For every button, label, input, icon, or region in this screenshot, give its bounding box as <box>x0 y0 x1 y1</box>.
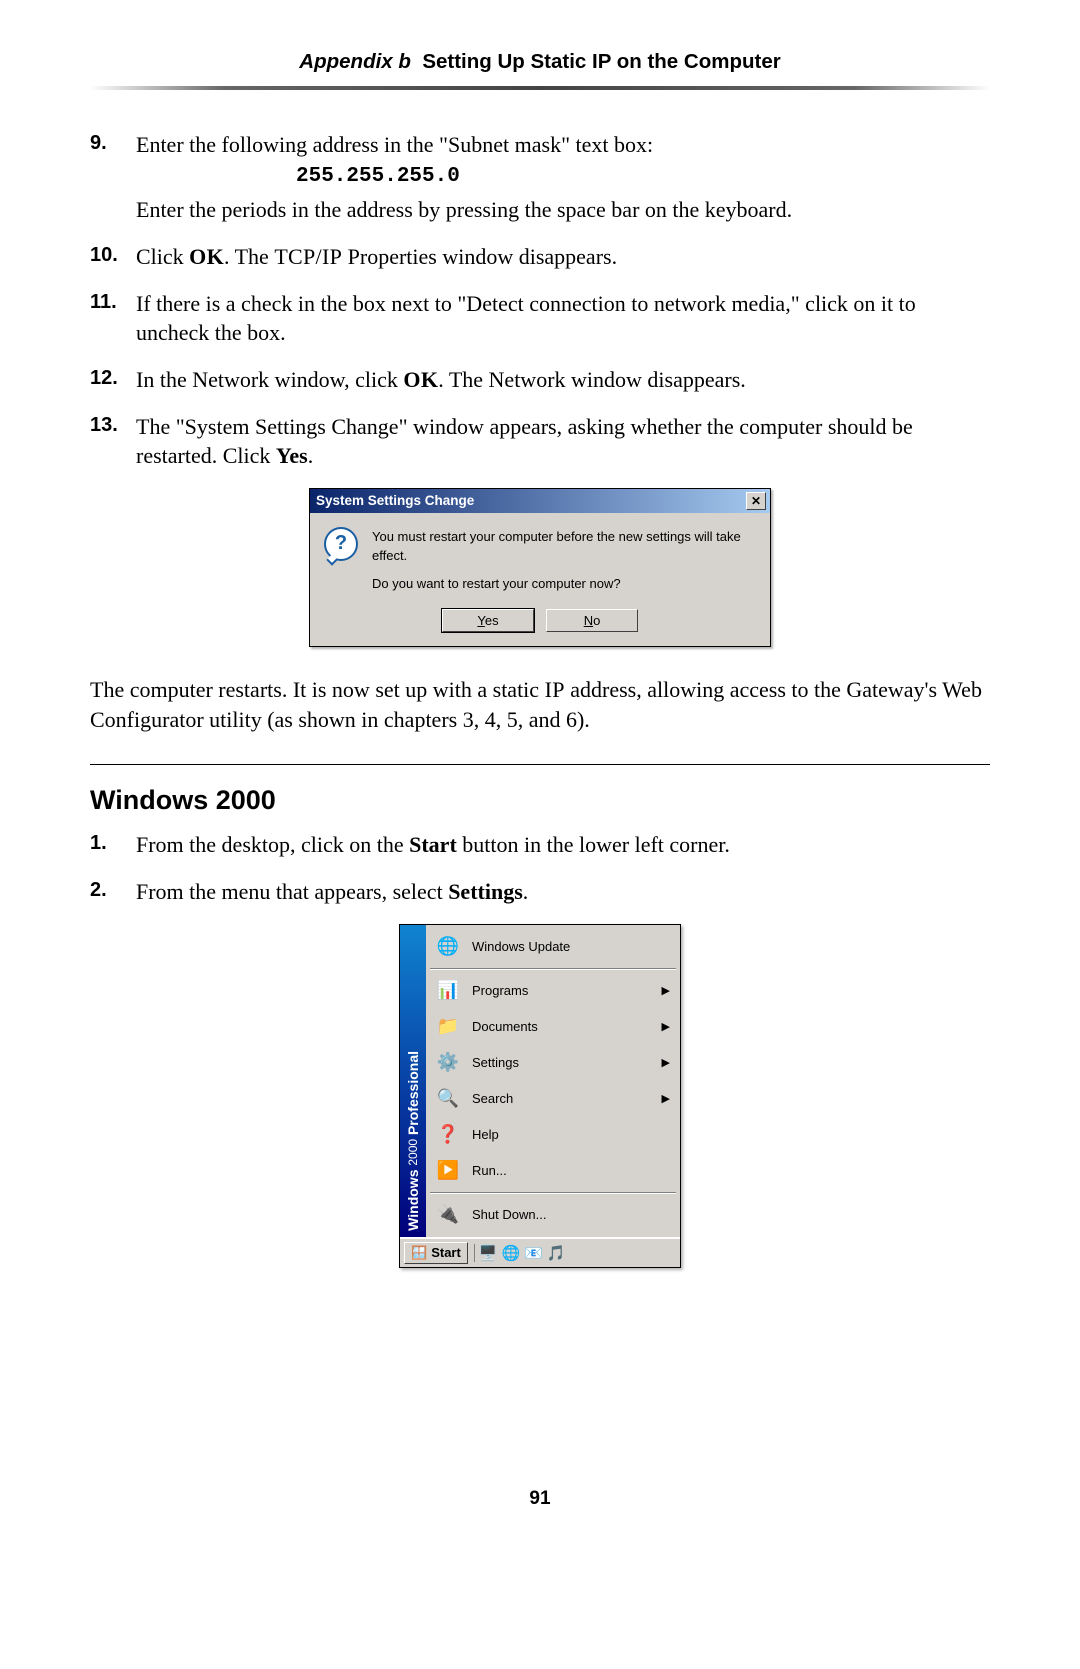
dialog-buttons: Yes No <box>310 601 770 646</box>
step-number: 10. <box>90 242 136 271</box>
win2000-step-1: 1. From the desktop, click on the Start … <box>90 830 990 859</box>
quick-launch-tray: 🖥️ 🌐 📧 🎵 <box>474 1244 566 1262</box>
step-number: 13. <box>90 412 136 470</box>
yes-button[interactable]: Yes <box>442 609 534 632</box>
menu-item-settings[interactable]: ⚙️ Settings ▶ <box>426 1045 680 1081</box>
menu-separator <box>430 968 676 970</box>
taskbar: 🪟 Start 🖥️ 🌐 📧 🎵 <box>400 1237 680 1267</box>
dialog-screenshot: System Settings Change ✕ ? You must rest… <box>90 488 990 648</box>
menu-item-run[interactable]: ▶️ Run... <box>426 1153 680 1189</box>
step-body: From the menu that appears, select Setti… <box>136 877 990 906</box>
run-icon: ▶️ <box>434 1159 462 1183</box>
instructions-list-win2000: 1. From the desktop, click on the Start … <box>90 830 990 906</box>
menu-item-windows-update[interactable]: 🌐 Windows Update <box>426 929 680 965</box>
menu-item-help[interactable]: ❓ Help <box>426 1117 680 1153</box>
question-icon: ? <box>324 527 358 561</box>
closing-paragraph: The computer restarts. It is now set up … <box>90 675 990 733</box>
submenu-arrow-icon: ▶ <box>662 1056 670 1069</box>
step-number: 1. <box>90 830 136 859</box>
start-menu: Windows 2000 Professional 🌐 Windows Upda… <box>399 924 681 1268</box>
page-header: Appendix b Setting Up Static IP on the C… <box>90 50 990 86</box>
page: Appendix b Setting Up Static IP on the C… <box>0 0 1080 1550</box>
search-icon: 🔍 <box>434 1087 462 1111</box>
header-title: Setting Up Static IP on the Computer <box>422 50 780 73</box>
step-number: 2. <box>90 877 136 906</box>
documents-icon: 📁 <box>434 1015 462 1039</box>
settings-icon: ⚙️ <box>434 1051 462 1075</box>
win2000-step-2: 2. From the menu that appears, select Se… <box>90 877 990 906</box>
step-13: 13. The "System Settings Change" window … <box>90 412 990 470</box>
section-heading-windows-2000: Windows 2000 <box>90 785 990 816</box>
appendix-label: Appendix b <box>299 50 411 73</box>
menu-item-shutdown[interactable]: 🔌 Shut Down... <box>426 1197 680 1233</box>
no-button[interactable]: No <box>546 609 638 632</box>
step-body: Enter the following address in the "Subn… <box>136 130 990 224</box>
help-icon: ❓ <box>434 1123 462 1147</box>
step-body: From the desktop, click on the Start but… <box>136 830 990 859</box>
section-divider <box>90 764 990 765</box>
submenu-arrow-icon: ▶ <box>662 1020 670 1033</box>
desktop-icon[interactable]: 🖥️ <box>479 1244 498 1262</box>
step-body: In the Network window, click OK. The Net… <box>136 365 990 394</box>
dialog-titlebar: System Settings Change ✕ <box>310 489 770 513</box>
menu-separator <box>430 1192 676 1194</box>
page-number: 91 <box>90 1488 990 1510</box>
step-number: 11. <box>90 289 136 347</box>
startmenu-screenshot: Windows 2000 Professional 🌐 Windows Upda… <box>90 924 990 1268</box>
submenu-arrow-icon: ▶ <box>662 984 670 997</box>
instructions-list: 9. Enter the following address in the "S… <box>90 130 990 470</box>
system-settings-change-dialog: System Settings Change ✕ ? You must rest… <box>309 488 771 648</box>
step-body: Click OK. The TCP/IP Properties window d… <box>136 242 990 271</box>
globe-icon: 🌐 <box>434 935 462 959</box>
ie-icon[interactable]: 🌐 <box>502 1244 521 1262</box>
step-body: If there is a check in the box next to "… <box>136 289 990 347</box>
step-11: 11. If there is a check in the box next … <box>90 289 990 347</box>
shutdown-icon: 🔌 <box>434 1203 462 1227</box>
header-rule <box>90 86 990 90</box>
menu-item-documents[interactable]: 📁 Documents ▶ <box>426 1009 680 1045</box>
subnet-mask-value: 255.255.255.0 <box>296 163 990 191</box>
menu-item-programs[interactable]: 📊 Programs ▶ <box>426 973 680 1009</box>
start-button[interactable]: 🪟 Start <box>404 1242 468 1264</box>
step-number: 9. <box>90 130 136 224</box>
close-icon[interactable]: ✕ <box>746 492 766 510</box>
step-12: 12. In the Network window, click OK. The… <box>90 365 990 394</box>
dialog-content: ? You must restart your computer before … <box>310 513 770 602</box>
submenu-arrow-icon: ▶ <box>662 1092 670 1105</box>
dialog-title: System Settings Change <box>316 493 474 508</box>
startmenu-items: 🌐 Windows Update 📊 Programs ▶ 📁 Document… <box>426 925 680 1237</box>
programs-icon: 📊 <box>434 979 462 1003</box>
dialog-message: You must restart your computer before th… <box>372 527 756 594</box>
media-icon[interactable]: 🎵 <box>547 1244 566 1262</box>
menu-item-search[interactable]: 🔍 Search ▶ <box>426 1081 680 1117</box>
startmenu-stripe: Windows 2000 Professional <box>400 925 426 1237</box>
outlook-icon[interactable]: 📧 <box>524 1244 543 1262</box>
step-10: 10. Click OK. The TCP/IP Properties wind… <box>90 242 990 271</box>
windows-flag-icon: 🪟 <box>411 1245 427 1261</box>
step-9: 9. Enter the following address in the "S… <box>90 130 990 224</box>
step-number: 12. <box>90 365 136 394</box>
step-body: The "System Settings Change" window appe… <box>136 412 990 470</box>
